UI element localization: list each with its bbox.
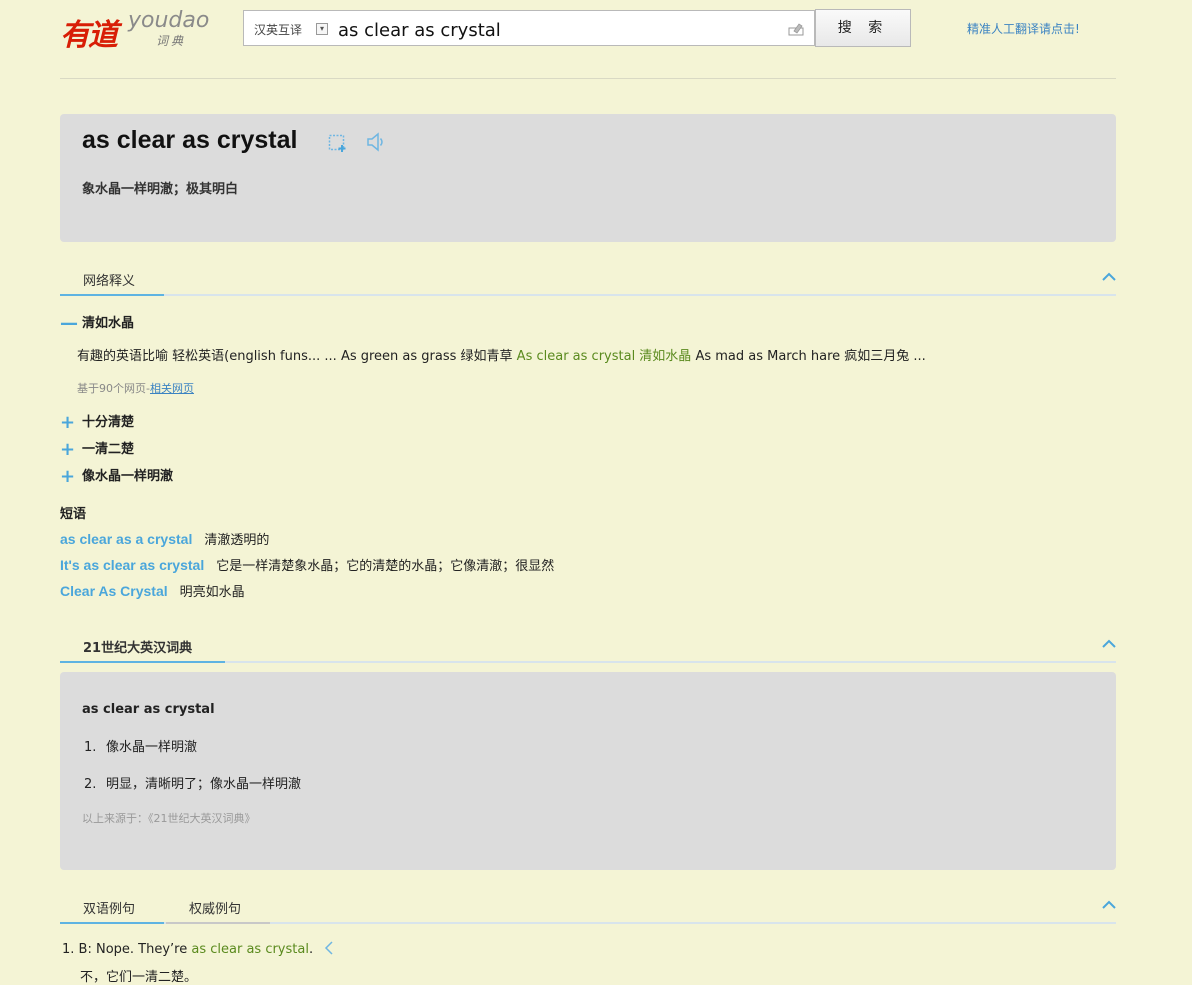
definition-number: 1. [84, 740, 97, 755]
web-item[interactable]: + 一清二楚 [60, 438, 134, 460]
example-sentence: 1. B: Nope. They’re as clear as crystal. [62, 941, 333, 957]
dict21-definition: 1. 像水晶一样明澈 [84, 736, 197, 755]
phrase-link[interactable]: Clear As Crystal [60, 583, 168, 599]
web-item[interactable]: + 十分清楚 [60, 411, 134, 433]
phrases-title: 短语 [60, 507, 87, 522]
phrase-link[interactable]: It's as clear as crystal [60, 557, 204, 573]
detail-text-after: As mad as March hare 疯如三月兔 ... [691, 349, 926, 364]
web-section-header: 网络释义 [60, 264, 1116, 296]
phrase-row: Clear As Crystal 明亮如水晶 [60, 581, 245, 600]
tab-dict21[interactable]: 21世纪大英汉词典 [83, 637, 192, 656]
human-translation-link[interactable]: 精准人工翻译请点击! [967, 20, 1080, 37]
collapse-icon[interactable] [1102, 639, 1116, 649]
web-item-detail: 有趣的英语比喻 轻松英语(english funs... ... As gree… [77, 345, 926, 364]
add-wordbook-icon[interactable] [328, 133, 348, 153]
tab-web-definitions[interactable]: 网络释义 [83, 270, 135, 289]
entry-word: as clear as crystal [82, 126, 298, 154]
example-number: 1. [62, 942, 75, 957]
inactive-tab-underline [166, 922, 270, 924]
source-prefix: 基于90个网页- [77, 382, 150, 395]
logo-en: youdao [128, 8, 210, 33]
example-text: B: Nope. They’re [78, 942, 192, 957]
search-button[interactable]: 搜 索 [815, 9, 911, 47]
dict21-definition: 2. 明显，清晰明了；像水晶一样明澈 [84, 773, 301, 792]
web-item-expanded[interactable]: — 清如水晶 [60, 312, 134, 334]
collapse-icon[interactable] [1102, 272, 1116, 282]
header-divider [60, 78, 1116, 79]
tab-authoritative-examples[interactable]: 权威例句 [189, 898, 241, 917]
search-box: 汉英互译 ▾ [243, 10, 815, 46]
web-source: 基于90个网页-相关网页 [77, 380, 194, 396]
example-text-after: . [308, 942, 314, 957]
web-item-label: 清如水晶 [82, 316, 135, 331]
examples-section-header: 双语例句 权威例句 [60, 892, 1116, 924]
speaker-icon[interactable] [366, 132, 386, 152]
web-item-label: 像水晶一样明澈 [82, 469, 174, 484]
definition-text: 像水晶一样明澈 [106, 740, 198, 755]
web-item-label: 十分清楚 [82, 415, 135, 430]
dict21-word: as clear as crystal [82, 702, 215, 717]
entry-card: as clear as crystal 象水晶一样明澈；极其明白 [60, 114, 1116, 242]
eraser-icon[interactable] [788, 22, 804, 36]
collapse-minus-icon[interactable]: — [60, 313, 78, 334]
phrase-meaning: 明亮如水晶 [179, 585, 245, 600]
expand-plus-icon[interactable]: + [60, 439, 75, 460]
active-tab-underline [60, 294, 164, 296]
example-translation: 不，它们一清二楚。 [80, 970, 198, 985]
logo-cn: 有道 [60, 18, 118, 53]
youdao-logo[interactable]: 有道 youdao 词典 [60, 8, 220, 53]
phrase-row: as clear as a crystal 清澈透明的 [60, 529, 269, 548]
web-item-label: 一清二楚 [82, 442, 135, 457]
definition-number: 2. [84, 777, 97, 792]
phrase-meaning: 它是一样清楚象水晶；它的清楚的水晶；它像清澈；很显然 [216, 559, 555, 574]
dict21-card: as clear as crystal 1. 像水晶一样明澈 2. 明显，清晰明了；… [60, 672, 1116, 870]
search-mode-label[interactable]: 汉英互译 [254, 21, 302, 38]
mode-dropdown-icon[interactable]: ▾ [316, 23, 328, 35]
phrase-link[interactable]: as clear as a crystal [60, 531, 192, 547]
active-tab-underline [60, 922, 164, 924]
expand-plus-icon[interactable]: + [60, 466, 75, 487]
definition-text: 明显，清晰明了；像水晶一样明澈 [106, 777, 302, 792]
collapse-icon[interactable] [1102, 900, 1116, 910]
detail-text: 有趣的英语比喻 轻松英语(english funs... ... As gree… [77, 349, 517, 364]
phrase-meaning: 清澈透明的 [204, 533, 270, 548]
logo-sub: 词典 [156, 34, 187, 48]
detail-highlight: As clear as crystal 清如水晶 [516, 349, 692, 364]
dict21-source: 以上来源于：《21世纪大英汉词典》 [82, 812, 256, 825]
example-highlight: as clear as crystal [191, 942, 309, 957]
entry-translation: 象水晶一样明澈；极其明白 [82, 182, 239, 197]
dict21-section-header: 21世纪大英汉词典 [60, 631, 1116, 663]
search-input[interactable] [336, 17, 770, 43]
expand-plus-icon[interactable]: + [60, 412, 75, 433]
web-item[interactable]: + 像水晶一样明澈 [60, 465, 173, 487]
active-tab-underline [60, 661, 225, 663]
tab-bilingual-examples[interactable]: 双语例句 [83, 898, 135, 917]
phrase-row: It's as clear as crystal 它是一样清楚象水晶；它的清楚的水… [60, 555, 554, 574]
speaker-icon[interactable] [323, 941, 333, 955]
related-pages-link[interactable]: 相关网页 [150, 382, 194, 395]
